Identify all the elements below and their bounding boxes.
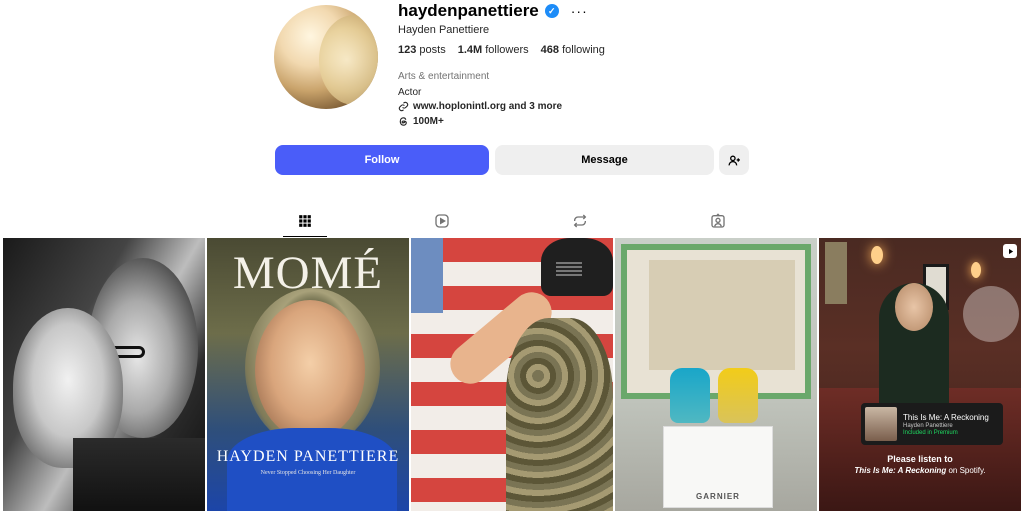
threads-count: 100M+ <box>413 116 444 127</box>
profile-tabs <box>0 205 1024 238</box>
username-row: haydenpanettiere ✓ ··· <box>398 0 588 22</box>
post-image-lamp-2 <box>971 262 981 278</box>
message-button[interactable]: Message <box>495 145 714 175</box>
spotify-caption-title: This Is Me: A Reckoning <box>854 466 947 475</box>
tab-reels[interactable] <box>420 205 464 237</box>
garnier-logo: GARNIER <box>696 492 740 501</box>
profile-bio: Actor <box>398 87 422 98</box>
tab-posts[interactable] <box>283 205 327 237</box>
post-tile-3[interactable] <box>411 238 613 511</box>
full-name: Hayden Panettiere <box>398 24 490 36</box>
audiobook-card: This Is Me: A Reckoning Hayden Panettier… <box>861 403 1003 445</box>
post-image-face <box>255 300 365 440</box>
post-tile-2[interactable]: MOMÉ HAYDEN PANETTIERE Never Stopped Cho… <box>207 238 409 511</box>
magazine-cover-subtitle: Never Stopped Choosing Her Daughter <box>260 470 356 476</box>
posts-grid: MOMÉ HAYDEN PANETTIERE Never Stopped Cho… <box>3 238 1021 511</box>
following-label: following <box>562 44 605 56</box>
audiobook-badge: Included in Premium <box>903 429 958 436</box>
post-image-blue-bottle <box>670 368 710 423</box>
threads-badge[interactable]: 100M+ <box>398 116 444 127</box>
followers-stat[interactable]: 1.4M followers <box>458 44 529 56</box>
post-tile-4[interactable]: GARNIER <box>615 238 817 511</box>
spotify-logo-icon <box>963 286 1019 342</box>
following-count: 468 <box>540 44 560 56</box>
followers-label: followers <box>485 44 529 56</box>
spotify-caption-line1: Please listen to <box>887 454 953 464</box>
post-image-sweater <box>73 438 205 511</box>
tagged-icon <box>711 213 725 228</box>
link-icon <box>398 101 409 112</box>
profile-link-text: www.hoplonintl.org and 3 more <box>413 101 563 112</box>
post-image-yellow-bottle <box>718 368 758 423</box>
avatar-image <box>319 15 378 105</box>
audiobook-details: This Is Me: A Reckoning Hayden Panettier… <box>903 413 989 436</box>
followers-count: 1.4M <box>457 44 483 56</box>
threads-icon <box>399 117 407 126</box>
audiobook-author: Hayden Panettiere <box>903 422 953 429</box>
username: haydenpanettiere <box>398 1 539 20</box>
post-image-embroidery <box>649 260 795 370</box>
audiobook-title: This Is Me: A Reckoning <box>903 412 989 422</box>
flag-canton <box>411 238 443 313</box>
flag-patch-icon <box>556 262 582 276</box>
posts-count: 123 <box>398 44 417 56</box>
magazine-cover-name: HAYDEN PANETTIERE <box>216 448 400 465</box>
following-stat[interactable]: 468 following <box>541 44 605 56</box>
add-person-icon <box>727 155 740 165</box>
more-options-icon[interactable]: ··· <box>571 4 588 18</box>
posts-label: posts <box>419 44 446 56</box>
follow-button[interactable]: Follow <box>275 145 489 175</box>
posts-stat: 123 posts <box>398 44 446 56</box>
suggested-users-button[interactable] <box>719 145 749 175</box>
post-image-lamp <box>871 246 883 264</box>
post-image-wall-art <box>825 242 847 304</box>
spotify-caption-line2: This Is Me: A Reckoning on Spotify. <box>819 466 1021 475</box>
profile-stats: 123 posts 1.4M followers 468 following <box>398 44 605 56</box>
spotify-caption-suffix: on Spotify. <box>946 466 986 475</box>
profile-link[interactable]: www.hoplonintl.org and 3 more <box>398 101 562 112</box>
profile-category: Arts & entertainment <box>398 71 490 82</box>
verified-badge-icon: ✓ <box>544 4 559 18</box>
post-image-backpack <box>506 318 613 511</box>
grid-icon <box>299 214 311 227</box>
repost-icon <box>573 214 587 228</box>
audiobook-cover <box>865 407 897 441</box>
reels-icon <box>435 214 449 228</box>
reel-indicator-icon <box>1003 244 1017 258</box>
post-tile-1[interactable] <box>3 238 205 511</box>
post-image-head <box>895 283 933 331</box>
post-tile-5[interactable]: This Is Me: A Reckoning Hayden Panettier… <box>819 238 1021 511</box>
tab-reposts[interactable] <box>558 205 602 237</box>
profile-avatar[interactable] <box>274 5 378 109</box>
tab-tagged[interactable] <box>696 205 740 237</box>
